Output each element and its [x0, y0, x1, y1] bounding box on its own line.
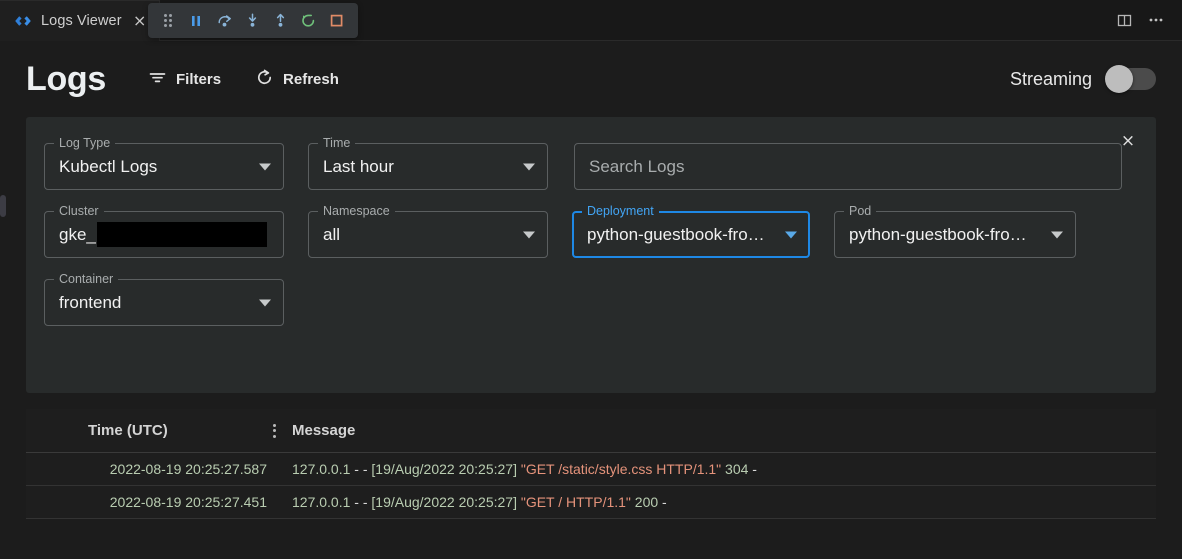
step-into-icon[interactable] — [239, 8, 265, 34]
pod-select[interactable]: Pod python-guestbook-fro… — [834, 211, 1076, 258]
refresh-button-label: Refresh — [283, 71, 339, 88]
refresh-button[interactable]: Refresh — [245, 62, 349, 97]
deployment-select[interactable]: Deployment python-guestbook-fro… — [572, 211, 810, 258]
editor-tab-logs-viewer[interactable]: Logs Viewer × — [0, 0, 160, 41]
streaming-label: Streaming — [1010, 69, 1092, 90]
debug-toolbar[interactable] — [148, 3, 358, 38]
log-ip: 127.0.0.1 — [292, 494, 350, 510]
step-out-icon[interactable] — [267, 8, 293, 34]
container-select[interactable]: Container frontend — [44, 279, 284, 326]
container-value: frontend — [59, 279, 121, 326]
more-actions-icon[interactable] — [1142, 6, 1170, 34]
refresh-icon — [255, 68, 274, 91]
streaming-toggle[interactable] — [1106, 68, 1156, 90]
restart-icon[interactable] — [295, 8, 321, 34]
stop-icon[interactable] — [323, 8, 349, 34]
title-bar-actions — [1110, 0, 1182, 40]
cluster-value-text: gke_ — [59, 225, 96, 245]
pause-icon[interactable] — [183, 8, 209, 34]
namespace-outline — [308, 211, 548, 258]
filters-button[interactable]: Filters — [138, 62, 231, 97]
chevron-down-icon[interactable] — [1051, 231, 1063, 238]
redaction-box — [97, 222, 267, 247]
cluster-field[interactable]: Cluster gke_ — [44, 211, 284, 258]
column-header-time[interactable]: Time (UTC) — [88, 422, 256, 439]
log-message: 127.0.0.1 - - [19/Aug/2022 20:25:27] "GE… — [292, 461, 757, 477]
log-ip: 127.0.0.1 — [292, 461, 350, 477]
time-select[interactable]: Time Last hour — [308, 143, 548, 190]
log-tail: - — [662, 494, 667, 510]
chevron-down-icon[interactable] — [259, 163, 271, 170]
log-status: 304 — [725, 461, 748, 477]
log-dashes: - - — [354, 461, 367, 477]
filter-panel: × Log Type Kubectl Logs Time Last hour C… — [26, 117, 1156, 393]
log-tail: - — [752, 461, 757, 477]
title-bar: Logs Viewer × — [0, 0, 1182, 41]
pod-value: python-guestbook-fro… — [849, 211, 1042, 258]
filter-row-1: Log Type Kubectl Logs Time Last hour — [26, 143, 1156, 190]
namespace-value: all — [323, 211, 340, 258]
split-editor-icon[interactable] — [1110, 6, 1138, 34]
filter-icon — [148, 68, 167, 91]
close-icon[interactable]: × — [131, 13, 149, 29]
page-title: Logs — [26, 60, 106, 99]
log-date: [19/Aug/2022 20:25:27] — [371, 494, 517, 510]
column-options-icon[interactable] — [256, 424, 292, 438]
search-input[interactable] — [575, 144, 1121, 189]
filter-row-2: Cluster gke_ Namespace all Deployment py… — [26, 211, 1156, 258]
log-status: 200 — [635, 494, 658, 510]
namespace-select[interactable]: Namespace all — [308, 211, 548, 258]
log-message: 127.0.0.1 - - [19/Aug/2022 20:25:27] "GE… — [292, 494, 667, 510]
log-type-value: Kubectl Logs — [59, 143, 157, 190]
log-date: [19/Aug/2022 20:25:27] — [371, 461, 517, 477]
code-diamond-icon — [14, 12, 32, 30]
page-header: Logs Filters Refresh Streaming — [0, 41, 1182, 117]
chevron-down-icon[interactable] — [523, 163, 535, 170]
drag-handle-icon[interactable] — [155, 8, 181, 34]
chevron-down-icon[interactable] — [785, 231, 797, 238]
log-request: "GET / HTTP/1.1" — [521, 494, 631, 510]
log-dashes: - - — [354, 494, 367, 510]
filter-row-3: Container frontend — [26, 279, 1156, 326]
log-table-header: Time (UTC) Message — [26, 409, 1156, 453]
left-scrollbar[interactable] — [0, 195, 6, 217]
search-logs-field[interactable] — [574, 143, 1122, 190]
log-request: "GET /static/style.css HTTP/1.1" — [521, 461, 721, 477]
time-value: Last hour — [323, 143, 394, 190]
chevron-down-icon[interactable] — [523, 231, 535, 238]
chevron-down-icon[interactable] — [259, 299, 271, 306]
filters-button-label: Filters — [176, 71, 221, 88]
column-header-message[interactable]: Message — [292, 422, 355, 439]
log-timestamp: 2022-08-19 20:25:27.451 — [88, 494, 292, 510]
tab-title: Logs Viewer — [41, 13, 122, 29]
streaming-toggle-knob — [1105, 65, 1133, 93]
streaming-control: Streaming — [1010, 68, 1156, 90]
table-row[interactable]: 2022-08-19 20:25:27.587 127.0.0.1 - - [1… — [26, 453, 1156, 486]
table-row[interactable]: 2022-08-19 20:25:27.451 127.0.0.1 - - [1… — [26, 486, 1156, 519]
log-table: Time (UTC) Message 2022-08-19 20:25:27.5… — [26, 409, 1156, 519]
log-timestamp: 2022-08-19 20:25:27.587 — [88, 461, 292, 477]
step-over-icon[interactable] — [211, 8, 237, 34]
deployment-value: python-guestbook-fro… — [587, 211, 776, 258]
log-type-select[interactable]: Log Type Kubectl Logs — [44, 143, 284, 190]
cluster-value: gke_ — [59, 211, 267, 258]
